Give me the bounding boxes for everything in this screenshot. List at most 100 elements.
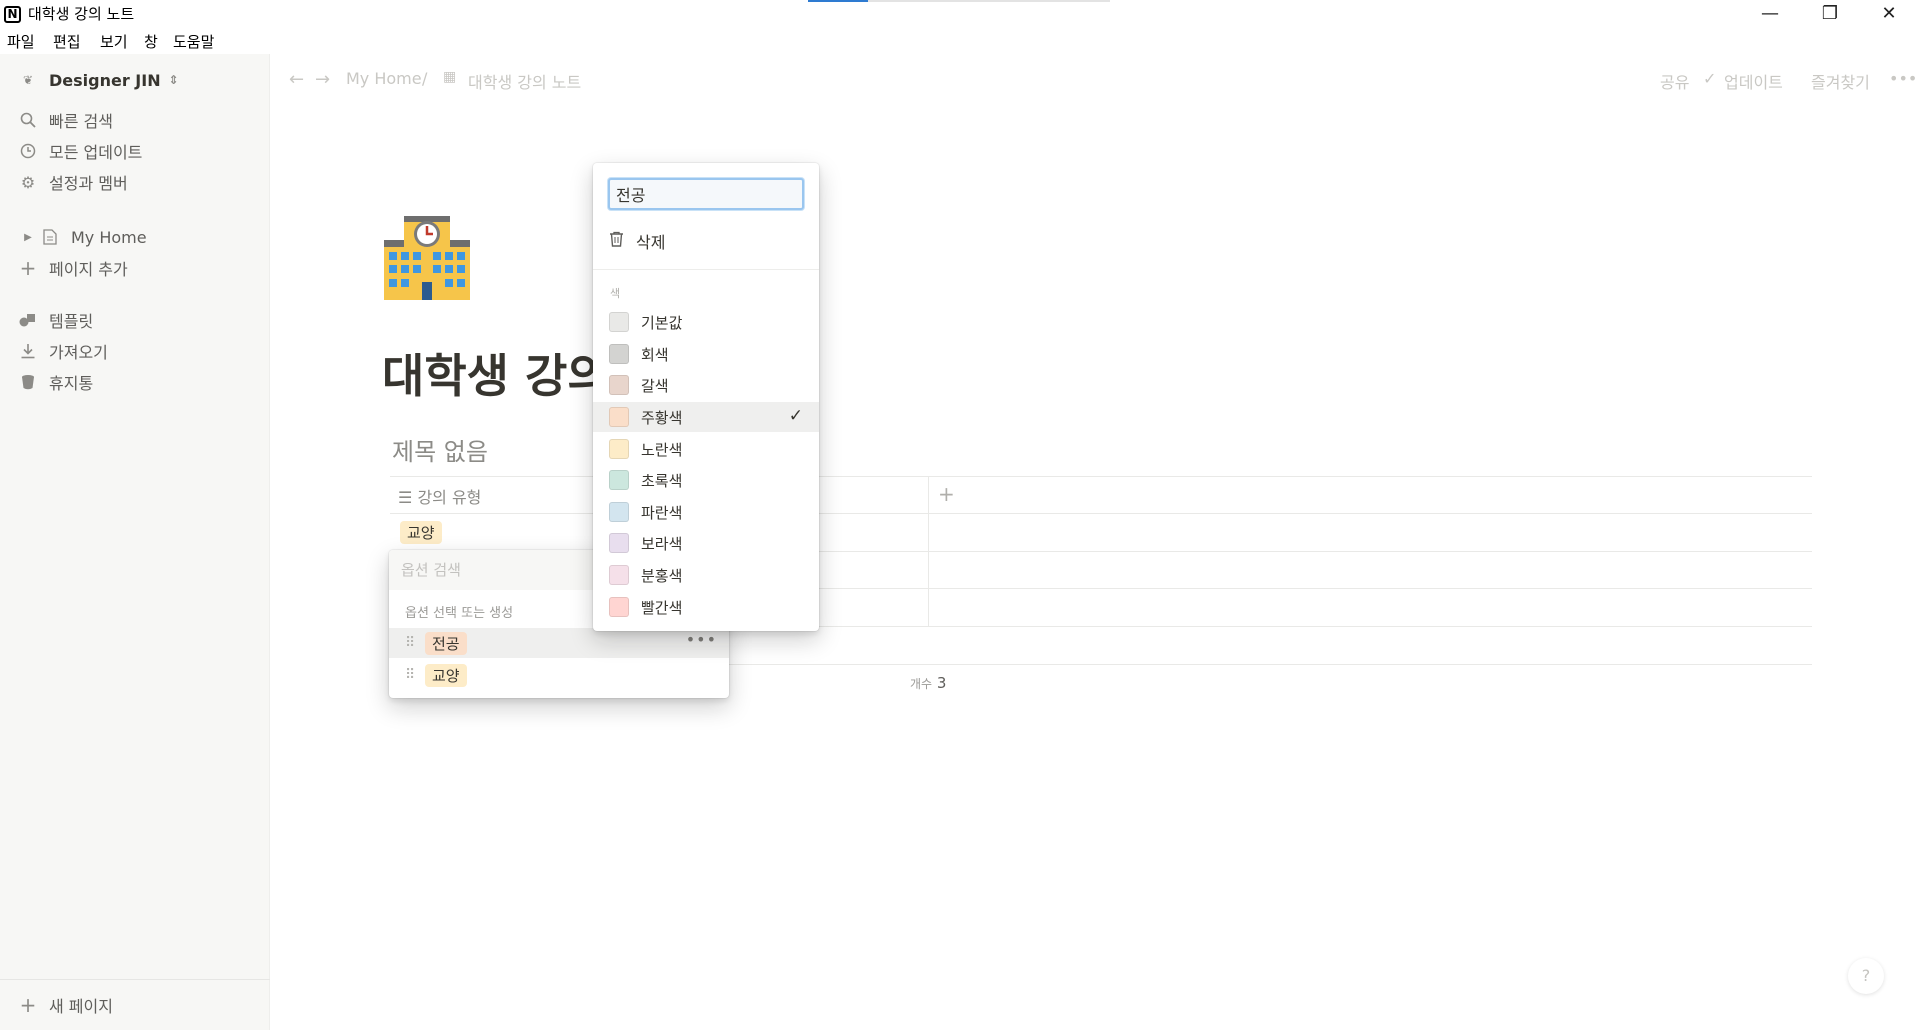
color-swatch [609,470,629,490]
option-item[interactable]: ⠿ 전공 ••• [389,628,729,658]
menu-file[interactable]: 파일 [7,31,35,52]
breadcrumb-current-page[interactable]: 대학생 강의 노트 [468,69,581,93]
sidebar-item-quick-search[interactable]: 빠른 검색 [0,105,270,135]
triangle-right-icon[interactable]: ▶ [19,228,37,246]
workspace-icon: ❦ [22,73,34,87]
clock-icon [19,142,37,160]
color-swatch [609,533,629,553]
sidebar-item-label: 설정과 멤버 [49,174,128,193]
shapes-icon [19,311,37,329]
sidebar-item-my-home[interactable]: ▶ My Home [0,222,270,252]
column-header-label: 강의 유형 [417,488,482,507]
color-section-label: 색 [610,287,621,300]
color-label: 보라색 [641,534,683,553]
row-tag[interactable]: 교양 [400,521,442,544]
color-option-yellow[interactable]: 노란색 [593,434,819,464]
color-swatch [609,502,629,522]
sidebar-item-import[interactable]: 가져오기 [0,336,270,366]
maximize-button[interactable]: ❐ [1807,0,1853,28]
gear-icon: ⚙ [20,172,36,192]
color-swatch [609,344,629,364]
color-label: 파란색 [641,503,683,522]
school-building-icon: ▦ [443,69,457,85]
more-icon[interactable]: ••• [686,630,717,649]
delete-option-button[interactable]: 삭제 [593,225,819,257]
updates-button[interactable]: 업데이트 [1724,69,1783,93]
color-swatch [609,312,629,332]
option-tag: 교양 [425,663,467,687]
sidebar-item-label: My Home [71,227,147,247]
sidebar-item-add-page[interactable]: + 페이지 추가 [0,253,270,283]
color-option-blue[interactable]: 파란색 [593,497,819,527]
more-options-button[interactable]: ••• [1889,69,1917,88]
color-swatch [609,375,629,395]
close-button[interactable]: ✕ [1866,0,1912,28]
school-building-icon[interactable] [382,212,472,302]
sidebar-item-label: 빠른 검색 [49,112,113,131]
count-value: 개수 3 [910,674,946,692]
share-button[interactable]: 공유 [1660,69,1689,93]
column-header-lecture-type[interactable]: ☰ 강의 유형 [398,484,481,508]
breadcrumb-separator: / [422,69,428,88]
color-label: 빨간색 [641,598,683,617]
breadcrumb-my-home[interactable]: My Home [346,69,422,88]
sidebar-item-label: 모든 업데이트 [49,143,143,162]
sidebar: ❦ Designer JIN ⇕ 빠른 검색 모든 업데이트 ⚙ 설정과 멤버 … [0,54,270,1030]
sidebar-item-label: 가져오기 [49,343,108,362]
favorites-button[interactable]: 즐겨찾기 [1811,69,1870,93]
color-option-green[interactable]: 초록색 [593,465,819,495]
new-page-label: 새 페이지 [49,996,113,1016]
count-number: 3 [936,674,947,692]
page-icon [41,228,59,246]
option-color-menu: 삭제 색 기본값 회색 갈색 주황색 ✓ 노란색 초록색 파란색 보라색 분홍색 [593,163,819,631]
trash-icon [19,373,37,391]
color-option-purple[interactable]: 보라색 [593,528,819,558]
menu-edit[interactable]: 편집 [53,31,81,52]
back-arrow-icon[interactable]: ← [289,69,304,90]
option-tag: 전공 [425,631,467,655]
top-bar: ← → My Home / ▦ 대학생 강의 노트 공유 ✓ 업데이트 즐겨찾기… [271,60,1920,100]
color-swatch [609,565,629,585]
menu-help[interactable]: 도움말 [173,31,214,52]
add-column-button[interactable]: + [938,482,955,506]
menu-view[interactable]: 보기 [100,31,128,52]
option-name-input[interactable] [608,178,804,210]
menu-divider [593,269,819,270]
check-icon: ✓ [1703,69,1717,88]
sidebar-item-settings[interactable]: ⚙ 설정과 멤버 [0,167,270,197]
color-option-orange[interactable]: 주황색 ✓ [593,402,819,432]
help-button[interactable]: ? [1848,958,1884,994]
color-option-brown[interactable]: 갈색 [593,370,819,400]
drag-handle-icon[interactable]: ⠿ [405,667,417,683]
forward-arrow-icon[interactable]: → [315,69,330,90]
color-swatch [609,597,629,617]
color-swatch [609,407,629,427]
plus-icon: + [19,992,37,1017]
sidebar-item-templates[interactable]: 템플릿 [0,305,270,335]
search-icon [19,111,37,129]
color-option-pink[interactable]: 분홍색 [593,560,819,590]
color-label: 회색 [641,345,669,364]
count-label: 개수 [910,677,933,691]
window-title: 대학생 강의 노트 [28,5,135,23]
color-label: 갈색 [641,376,669,395]
workspace-switcher[interactable]: ❦ Designer JIN ⇕ [0,65,270,95]
sidebar-item-label: 휴지통 [49,374,94,393]
download-icon [19,342,37,360]
page-title[interactable]: 대학생 강의 노트 [382,340,612,406]
minimize-button[interactable]: — [1747,0,1793,28]
column-divider [928,476,929,626]
sidebar-item-all-updates[interactable]: 모든 업데이트 [0,136,270,166]
color-option-red[interactable]: 빨간색 [593,592,819,622]
database-title[interactable]: 제목 없음 [392,432,488,467]
chevron-updown-icon: ⇕ [168,73,179,87]
notion-logo-icon: N [4,6,21,23]
option-item[interactable]: ⠿ 교양 [389,660,729,690]
menu-window[interactable]: 창 [144,31,158,52]
loading-progress-bar [808,0,1110,2]
color-option-default[interactable]: 기본값 [593,307,819,337]
color-option-gray[interactable]: 회색 [593,339,819,369]
drag-handle-icon[interactable]: ⠿ [405,635,417,651]
sidebar-item-trash[interactable]: 휴지통 [0,367,270,397]
new-page-button[interactable]: + 새 페이지 [0,979,270,1029]
